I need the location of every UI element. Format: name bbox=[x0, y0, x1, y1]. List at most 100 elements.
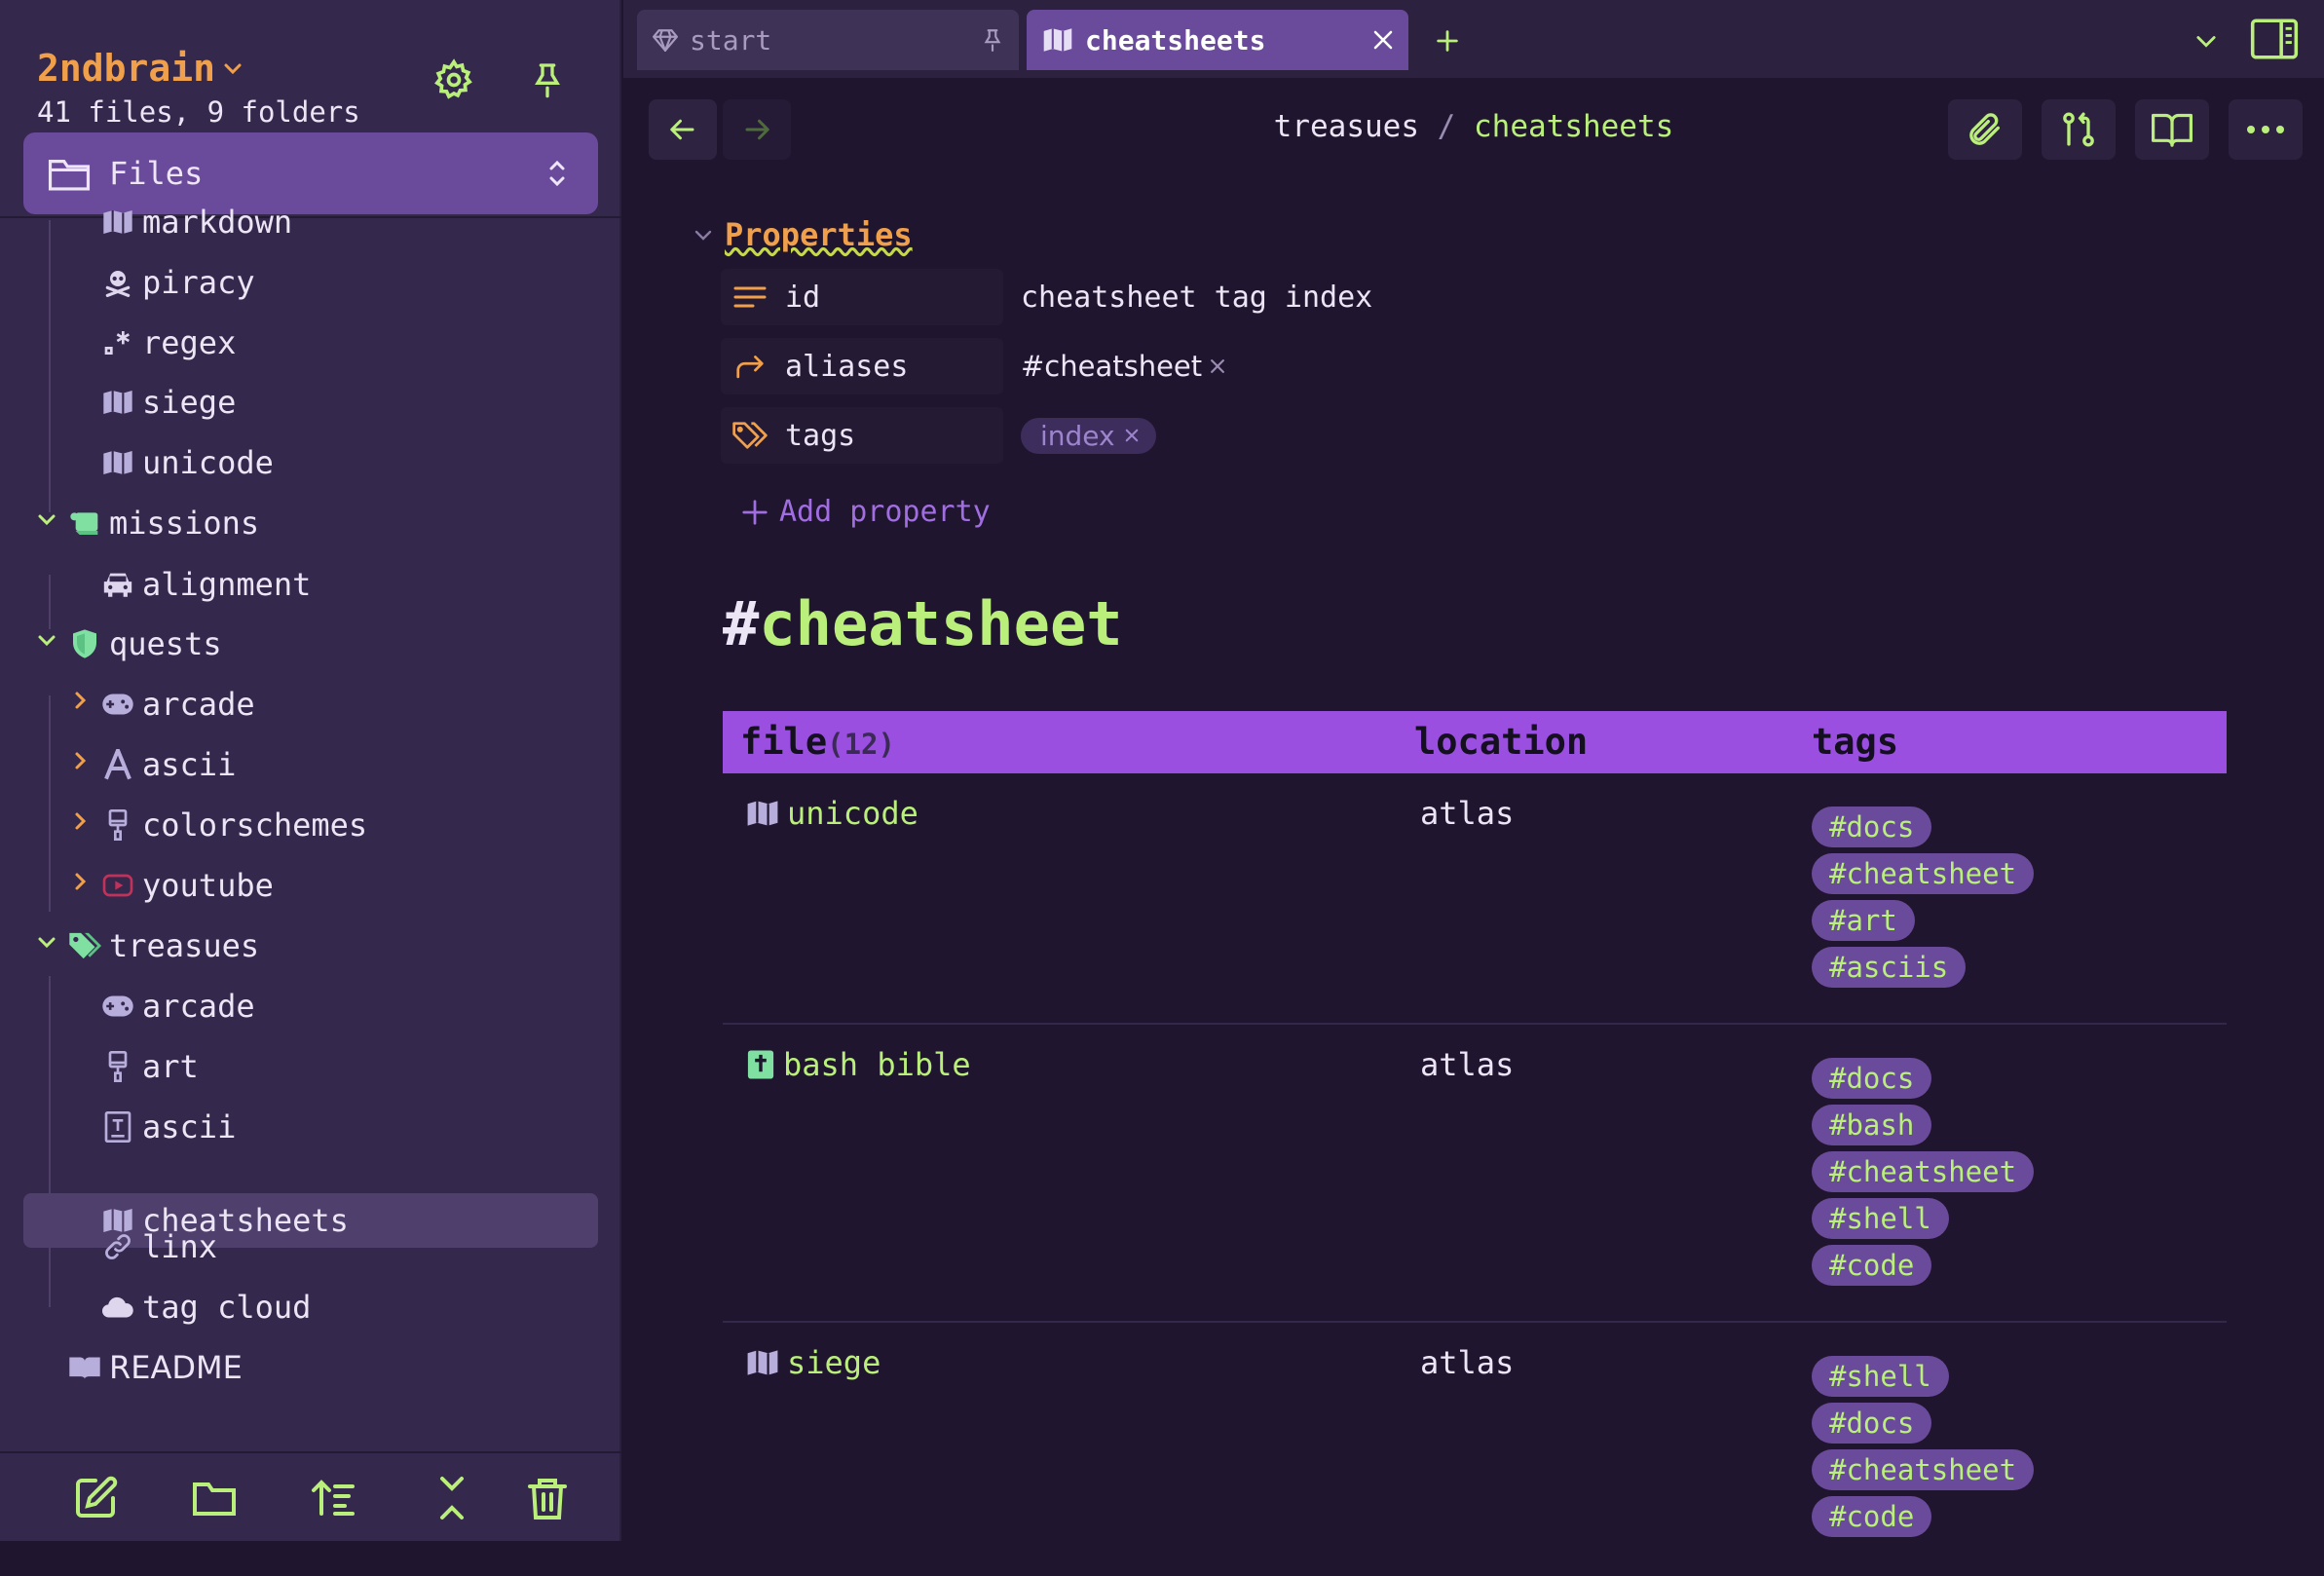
chevron-down-icon[interactable] bbox=[35, 930, 58, 954]
file-link[interactable]: unicode bbox=[746, 795, 918, 832]
tree-file-piracy[interactable]: piracy bbox=[101, 255, 598, 310]
attachment-button[interactable] bbox=[1948, 99, 2022, 160]
header-location[interactable]: location bbox=[1414, 721, 1588, 763]
pin-sidebar-button[interactable] bbox=[518, 51, 577, 109]
chevron-right-icon[interactable] bbox=[68, 689, 92, 712]
vault-switcher[interactable]: 2ndbrain bbox=[37, 47, 244, 90]
table-row: bash bible atlas #docs #bash #cheatsheet… bbox=[723, 1025, 2227, 1323]
collapse-all-icon[interactable] bbox=[429, 1475, 475, 1521]
file-link[interactable]: bash bible bbox=[746, 1046, 971, 1083]
tree-file-siege[interactable]: siege bbox=[101, 375, 598, 430]
remove-tag-icon[interactable] bbox=[1123, 427, 1141, 444]
tree-file-linx[interactable]: linx bbox=[101, 1220, 598, 1274]
tree-item-label: markdown bbox=[142, 204, 293, 241]
tag-chip[interactable]: #code bbox=[1812, 1496, 1932, 1537]
tag-chip[interactable]: #asciis bbox=[1812, 947, 1967, 988]
view-selector-label: Files bbox=[109, 155, 204, 192]
map-icon bbox=[101, 386, 134, 419]
tag-chip[interactable]: #docs bbox=[1812, 1058, 1932, 1099]
property-value[interactable]: cheatsheet tag index bbox=[1021, 281, 1372, 315]
chevron-down-icon[interactable] bbox=[35, 628, 58, 652]
new-folder-icon[interactable] bbox=[191, 1475, 238, 1521]
property-value[interactable]: index bbox=[1021, 417, 1156, 454]
tab-bar: start cheatsheets bbox=[623, 0, 2324, 78]
tree-folder-quests[interactable]: quests bbox=[68, 617, 598, 671]
property-key[interactable]: id bbox=[721, 269, 1003, 325]
header-tags[interactable]: tags bbox=[1812, 721, 1898, 763]
tag-chip[interactable]: #code bbox=[1812, 1245, 1932, 1286]
tree-file-regex[interactable]: regex bbox=[101, 316, 598, 370]
properties-toggle[interactable]: Properties bbox=[692, 216, 913, 253]
folder-icon bbox=[47, 154, 92, 193]
tag-chip[interactable]: #cheatsheet bbox=[1812, 1449, 2035, 1490]
tree-file-unicode[interactable]: unicode bbox=[101, 435, 598, 490]
chevron-right-icon[interactable] bbox=[68, 749, 92, 772]
tree-item-label: ascii bbox=[142, 746, 237, 783]
tag-chip[interactable]: #cheatsheet bbox=[1812, 1151, 2035, 1192]
property-key-label: tags bbox=[785, 418, 856, 453]
book-icon bbox=[68, 1351, 101, 1384]
tab-start[interactable]: start bbox=[637, 10, 1019, 70]
tag-pill[interactable]: index bbox=[1021, 417, 1156, 454]
tree-folder-arcade[interactable]: arcade bbox=[101, 677, 598, 732]
new-note-icon[interactable] bbox=[72, 1475, 119, 1521]
tree-file-arcade[interactable]: arcade bbox=[101, 979, 598, 1033]
tag-chip[interactable]: #art bbox=[1812, 900, 1915, 941]
close-icon[interactable] bbox=[1371, 28, 1395, 52]
tree-file-markdown[interactable]: markdown bbox=[101, 195, 598, 249]
property-key[interactable]: aliases bbox=[721, 338, 1003, 394]
chevron-right-icon[interactable] bbox=[68, 809, 92, 833]
table-row: siege atlas #shell #docs #cheatsheet #co… bbox=[723, 1323, 2227, 1576]
breadcrumb-parent[interactable]: treasues bbox=[1274, 109, 1419, 144]
tag-chip[interactable]: #shell bbox=[1812, 1198, 1949, 1239]
tree-file-readme[interactable]: README bbox=[68, 1340, 598, 1395]
toggle-right-sidebar-button[interactable] bbox=[2250, 18, 2299, 60]
tree-file-tag-cloud[interactable]: tag cloud bbox=[101, 1280, 598, 1334]
tree-folder-youtube[interactable]: youtube bbox=[101, 858, 598, 913]
tab-list-button[interactable] bbox=[2192, 27, 2221, 55]
breadcrumb-current[interactable]: cheatsheets bbox=[1474, 109, 1673, 144]
more-options-button[interactable] bbox=[2229, 99, 2303, 160]
chevron-right-icon[interactable] bbox=[68, 870, 92, 893]
plus-icon bbox=[742, 499, 768, 525]
reading-view-button[interactable] bbox=[2135, 99, 2209, 160]
tab-cheatsheets[interactable]: cheatsheets bbox=[1027, 10, 1408, 70]
file-link[interactable]: siege bbox=[746, 1344, 881, 1381]
source-control-button[interactable] bbox=[2042, 99, 2116, 160]
header-file[interactable]: file(12) bbox=[740, 721, 895, 763]
tree-item-label: art bbox=[142, 1048, 199, 1085]
tree-file-alignment[interactable]: alignment bbox=[101, 557, 598, 612]
tag-chip[interactable]: #bash bbox=[1812, 1105, 1932, 1145]
add-property-button[interactable]: Add property bbox=[740, 495, 991, 529]
tree-folder-missions[interactable]: missions bbox=[68, 496, 598, 550]
remove-alias-icon[interactable] bbox=[1208, 356, 1227, 376]
pin-icon[interactable] bbox=[980, 25, 1005, 55]
tree-item-label: ascii bbox=[142, 1108, 237, 1145]
chevron-down-icon[interactable] bbox=[35, 507, 58, 531]
pin-icon bbox=[528, 58, 567, 101]
tree-file-ascii[interactable]: ascii bbox=[101, 1100, 598, 1154]
tree-folder-treasues[interactable]: treasues bbox=[68, 919, 598, 973]
tag-chip[interactable]: #shell bbox=[1812, 1356, 1949, 1397]
heading-hash: # bbox=[723, 588, 760, 659]
new-tab-button[interactable] bbox=[1434, 27, 1461, 55]
table-row: unicode atlas #docs #cheatsheet #art #as… bbox=[723, 773, 2227, 1025]
tag-chip[interactable]: #docs bbox=[1812, 1403, 1932, 1444]
header-file-count: (12) bbox=[827, 728, 895, 761]
chevron-down-icon bbox=[694, 230, 712, 241]
sort-order-icon[interactable] bbox=[310, 1475, 356, 1521]
tag-chip[interactable]: #cheatsheet bbox=[1812, 853, 2035, 894]
tree-item-label: siege bbox=[142, 384, 237, 421]
settings-button[interactable] bbox=[425, 51, 483, 109]
tag-chip[interactable]: #docs bbox=[1812, 807, 1932, 847]
property-key[interactable]: tags bbox=[721, 407, 1003, 464]
tree-folder-ascii[interactable]: ascii bbox=[101, 737, 598, 792]
vault-stats: 41 files, 9 folders bbox=[37, 95, 360, 129]
tree-folder-colorschemes[interactable]: colorschemes bbox=[101, 798, 598, 852]
gem-icon bbox=[653, 28, 678, 52]
indent-guide bbox=[49, 976, 51, 1307]
trash-icon[interactable] bbox=[524, 1475, 571, 1521]
property-value[interactable]: #cheatsheet bbox=[1021, 350, 1227, 383]
tree-file-art[interactable]: art bbox=[101, 1039, 598, 1094]
gamepad-icon bbox=[101, 688, 134, 721]
